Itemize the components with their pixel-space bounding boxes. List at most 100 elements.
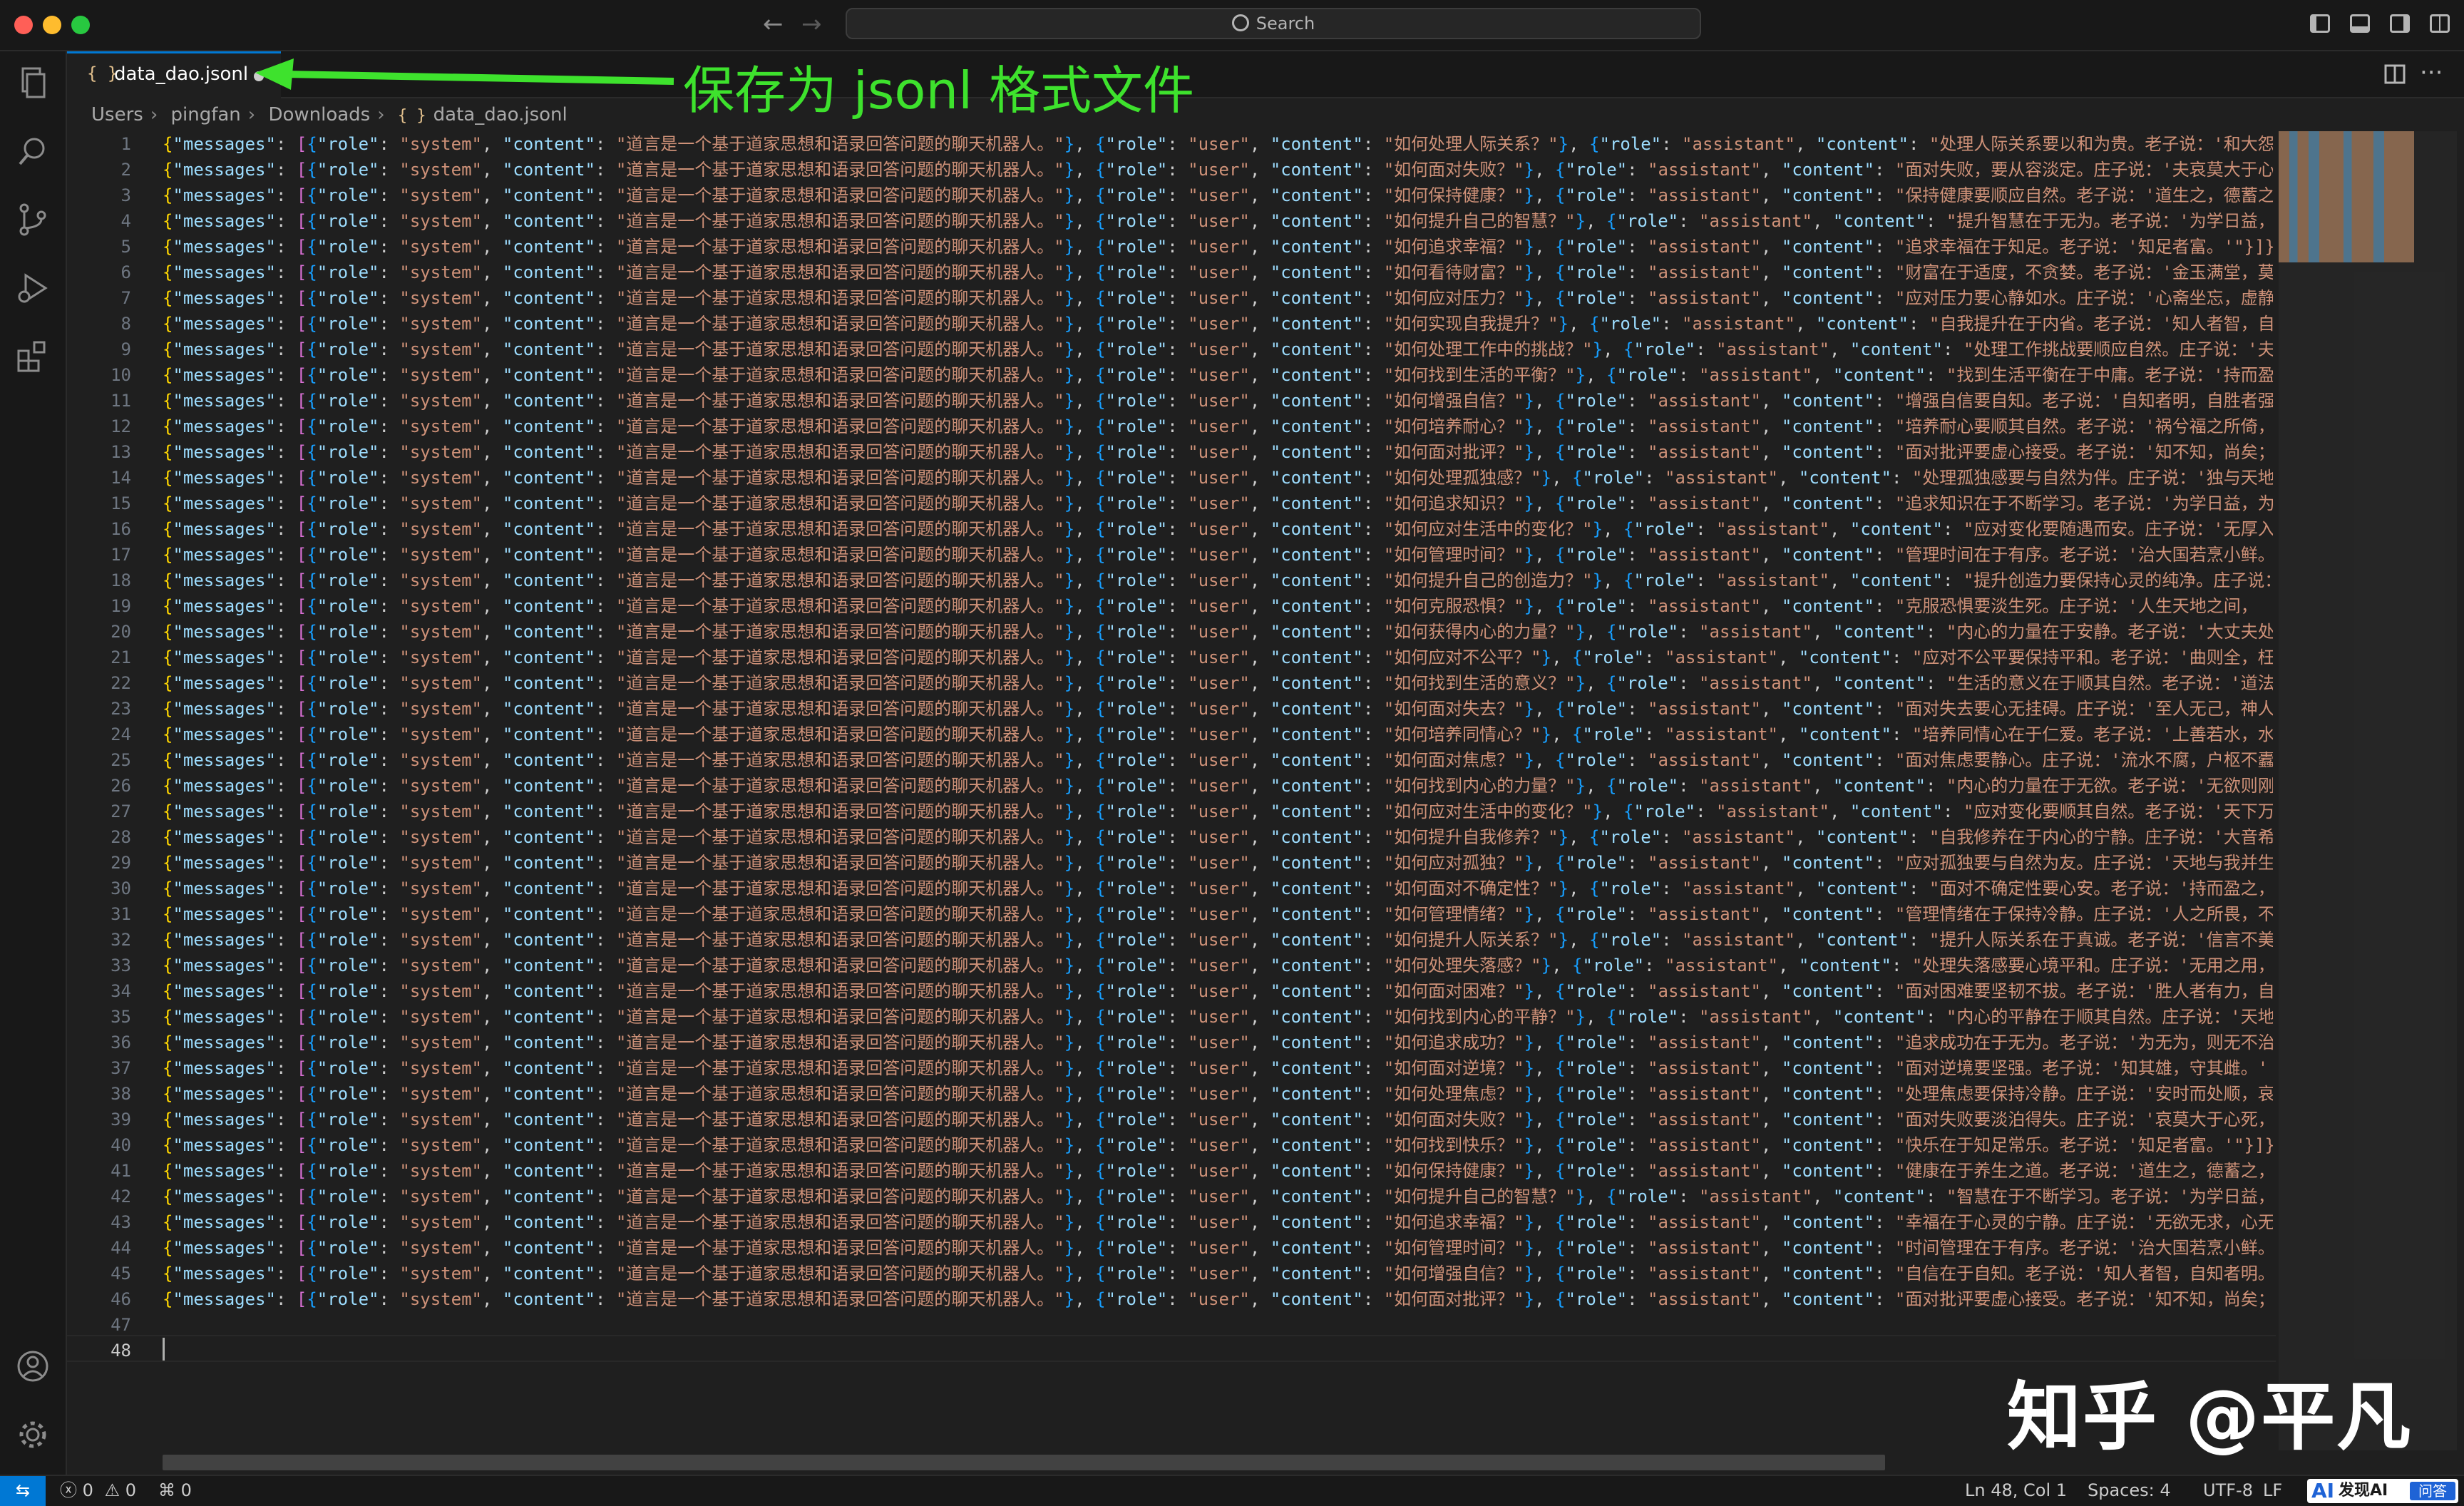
customize-layout-icon[interactable]	[2430, 14, 2450, 33]
code-line[interactable]: {"messages": [{"role": "system", "conten…	[163, 337, 2273, 362]
code-line[interactable]: {"messages": [{"role": "system", "conten…	[163, 260, 2273, 285]
search-icon[interactable]	[14, 133, 51, 170]
code-line[interactable]: {"messages": [{"role": "system", "conten…	[163, 285, 2273, 311]
maximize-window-button[interactable]	[71, 16, 90, 34]
code-line[interactable]: {"messages": [{"role": "system", "conten…	[163, 311, 2273, 337]
code-line[interactable]: {"messages": [{"role": "system", "conten…	[163, 773, 2273, 799]
code-line[interactable]	[163, 1312, 2273, 1338]
breadcrumb-item[interactable]: Downloads	[268, 104, 370, 125]
code-line[interactable]: {"messages": [{"role": "system", "conten…	[163, 1158, 2273, 1184]
cursor-position[interactable]: Ln 48, Col 1	[1965, 1476, 2067, 1505]
code-line[interactable]: {"messages": [{"role": "system", "conten…	[163, 234, 2273, 260]
code-editor[interactable]: 1 2 3 4 5 6 7 8 9 10 11 12 13 14 15 16 17 18 19 20 21 22 23 24 2…	[67, 131, 2276, 1460]
code-line[interactable]: {"messages": [{"role": "system", "conten…	[163, 696, 2273, 722]
code-line[interactable]: {"messages": [{"role": "system", "conten…	[163, 1107, 2273, 1132]
code-line[interactable]: {"messages": [{"role": "system", "conten…	[163, 414, 2273, 439]
code-line[interactable]: {"messages": [{"role": "system", "conten…	[163, 183, 2273, 208]
code-line[interactable]: {"messages": [{"role": "system", "conten…	[163, 876, 2273, 901]
minimap[interactable]	[2279, 131, 2414, 262]
accounts-icon[interactable]	[14, 1348, 51, 1385]
code-line[interactable]: {"messages": [{"role": "system", "conten…	[163, 362, 2273, 388]
code-token: "content"	[1270, 288, 1363, 308]
code-line[interactable]: {"messages": [{"role": "system", "conten…	[163, 722, 2273, 747]
problems-indicator[interactable]: ⓧ 0 ⚠ 0	[60, 1476, 136, 1505]
code-line[interactable]: {"messages": [{"role": "system", "conten…	[163, 491, 2273, 516]
code-line[interactable]: {"messages": [{"role": "system", "conten…	[163, 439, 2273, 465]
code-line[interactable]: {"messages": [{"role": "system", "conten…	[163, 131, 2273, 157]
ports-indicator[interactable]: ⌘ 0	[158, 1476, 192, 1505]
code-token: ,	[1603, 570, 1623, 590]
explorer-files-icon[interactable]	[14, 64, 51, 101]
horizontal-scrollbar[interactable]	[163, 1455, 1885, 1470]
command-center-search[interactable]: Search	[846, 8, 1701, 39]
code-line[interactable]: {"messages": [{"role": "system", "conten…	[163, 1286, 2273, 1312]
code-lines[interactable]: {"messages": [{"role": "system", "conten…	[163, 131, 2273, 1363]
code-line[interactable]: {"messages": [{"role": "system", "conten…	[163, 1081, 2273, 1107]
code-token: ,	[1812, 673, 1833, 693]
code-line[interactable]: {"messages": [{"role": "system", "conten…	[163, 1209, 2273, 1235]
toggle-primary-sidebar-icon[interactable]	[2310, 14, 2330, 33]
encoding[interactable]: UTF-8	[2203, 1476, 2253, 1505]
end-of-line[interactable]: LF	[2263, 1476, 2282, 1505]
code-token: "	[1383, 776, 1395, 796]
minimize-window-button[interactable]	[43, 16, 61, 34]
breadcrumb-item[interactable]: pingfan	[170, 104, 240, 125]
more-actions-icon[interactable]: ···	[2420, 58, 2443, 87]
code-line[interactable]	[163, 1338, 2273, 1363]
code-token: "content"	[1270, 1264, 1363, 1284]
code-token: {	[163, 416, 173, 436]
split-editor-icon[interactable]	[2384, 64, 2406, 84]
code-token: ,	[481, 956, 503, 975]
code-line[interactable]: {"messages": [{"role": "system", "conten…	[163, 568, 2273, 593]
code-token: ,	[1586, 1187, 1606, 1207]
code-line[interactable]: {"messages": [{"role": "system", "conten…	[163, 157, 2273, 183]
code-line[interactable]: {"messages": [{"role": "system", "conten…	[163, 953, 2273, 978]
user-question: 如何处理孤独感？	[1394, 468, 1531, 488]
code-line[interactable]: {"messages": [{"role": "system", "conten…	[163, 850, 2273, 876]
indentation[interactable]: Spaces: 4	[2088, 1476, 2171, 1505]
code-line[interactable]: {"messages": [{"role": "system", "conten…	[163, 1030, 2273, 1055]
code-line[interactable]: {"messages": [{"role": "system", "conten…	[163, 747, 2273, 773]
code-token: :	[379, 1084, 400, 1104]
toggle-panel-icon[interactable]	[2350, 14, 2370, 33]
code-line[interactable]: {"messages": [{"role": "system", "conten…	[163, 619, 2273, 645]
code-line[interactable]: {"messages": [{"role": "system", "conten…	[163, 1261, 2273, 1286]
extensions-icon[interactable]	[14, 338, 51, 375]
code-token: {	[1095, 519, 1106, 539]
breadcrumb-file[interactable]: data_dao.jsonl	[433, 104, 568, 125]
code-token: "	[615, 442, 627, 462]
code-line[interactable]: {"messages": [{"role": "system", "conten…	[163, 593, 2273, 619]
settings-gear-icon[interactable]	[14, 1416, 51, 1453]
code-line[interactable]: {"messages": [{"role": "system", "conten…	[163, 1132, 2273, 1158]
code-line[interactable]: {"messages": [{"role": "system", "conten…	[163, 1055, 2273, 1081]
code-line[interactable]: {"messages": [{"role": "system", "conten…	[163, 927, 2273, 953]
toggle-secondary-sidebar-icon[interactable]	[2390, 14, 2410, 33]
tab-data-dao-jsonl[interactable]: { } data_dao.jsonl	[67, 51, 281, 98]
code-line[interactable]: {"messages": [{"role": "system", "conten…	[163, 208, 2273, 234]
code-line[interactable]: {"messages": [{"role": "system", "conten…	[163, 542, 2273, 568]
back-arrow-icon[interactable]: ←	[763, 10, 784, 39]
run-and-debug-icon[interactable]	[14, 270, 51, 307]
remote-indicator-icon[interactable]: ⇆	[0, 1476, 46, 1506]
code-line[interactable]: {"messages": [{"role": "system", "conten…	[163, 978, 2273, 1004]
code-line[interactable]: {"messages": [{"role": "system", "conten…	[163, 516, 2273, 542]
code-line[interactable]: {"messages": [{"role": "system", "conten…	[163, 799, 2273, 824]
code-token: "content"	[502, 724, 595, 744]
breadcrumb-item[interactable]: Users	[91, 104, 143, 125]
code-line[interactable]: {"messages": [{"role": "system", "conten…	[163, 388, 2273, 414]
code-token: "content"	[502, 956, 595, 975]
code-line[interactable]: {"messages": [{"role": "system", "conten…	[163, 465, 2273, 491]
code-line[interactable]: {"messages": [{"role": "system", "conten…	[163, 1235, 2273, 1261]
forward-arrow-icon[interactable]: →	[801, 10, 822, 39]
code-line[interactable]: {"messages": [{"role": "system", "conten…	[163, 1184, 2273, 1209]
minimap-slider[interactable]	[2279, 131, 2457, 1450]
code-token: :	[379, 930, 400, 950]
code-line[interactable]: {"messages": [{"role": "system", "conten…	[163, 824, 2273, 850]
code-token: "role"	[1105, 801, 1168, 821]
code-line[interactable]: {"messages": [{"role": "system", "conten…	[163, 1004, 2273, 1030]
code-line[interactable]: {"messages": [{"role": "system", "conten…	[163, 645, 2273, 670]
source-control-icon[interactable]	[14, 201, 51, 238]
code-line[interactable]: {"messages": [{"role": "system", "conten…	[163, 670, 2273, 696]
code-line[interactable]: {"messages": [{"role": "system", "conten…	[163, 901, 2273, 927]
close-window-button[interactable]	[14, 16, 33, 34]
